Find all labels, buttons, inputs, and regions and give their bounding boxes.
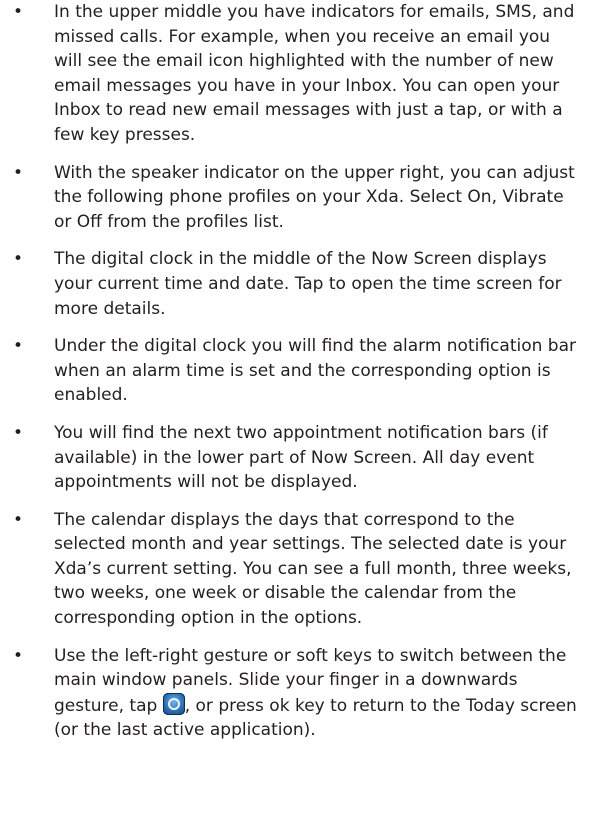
bullet-text: Under the digital clock you will find th… [54,336,576,406]
bullet-text: The calendar displays the days that corr… [54,509,572,629]
document-page: In the upper middle you have indicators … [0,0,593,823]
bullet-item-alarm: Under the digital clock you will find th… [4,334,581,408]
bullet-icon [8,508,28,533]
bullet-text: You will find the next two appointment n… [54,422,548,493]
bullet-text: In the upper middle you have indicators … [54,2,575,145]
bullet-icon [8,0,28,25]
bullet-item-clock: The digital clock in the middle of the N… [4,247,581,321]
bullet-icon [8,247,28,272]
bullet-icon [8,421,28,446]
bullet-list: In the upper middle you have indicators … [4,0,581,743]
bullet-icon [8,161,28,186]
bullet-item-gestures: Use the left-right gesture or soft keys … [4,644,581,743]
bullet-text: Use the left-right gesture or soft keys … [54,644,581,743]
bullet-icon [8,644,28,669]
bullet-text: With the speaker indicator on the upper … [54,162,575,232]
bullet-item-calendar: The calendar displays the days that corr… [4,508,581,631]
today-home-icon [162,692,185,715]
bullet-text: The digital clock in the middle of the N… [54,249,562,319]
bullet-item-appointments: You will find the next two appointment n… [4,421,581,495]
bullet-icon [8,334,28,359]
bullet-item-indicators: In the upper middle you have indicators … [4,0,581,148]
bullet-item-speaker: With the speaker indicator on the upper … [4,161,581,235]
